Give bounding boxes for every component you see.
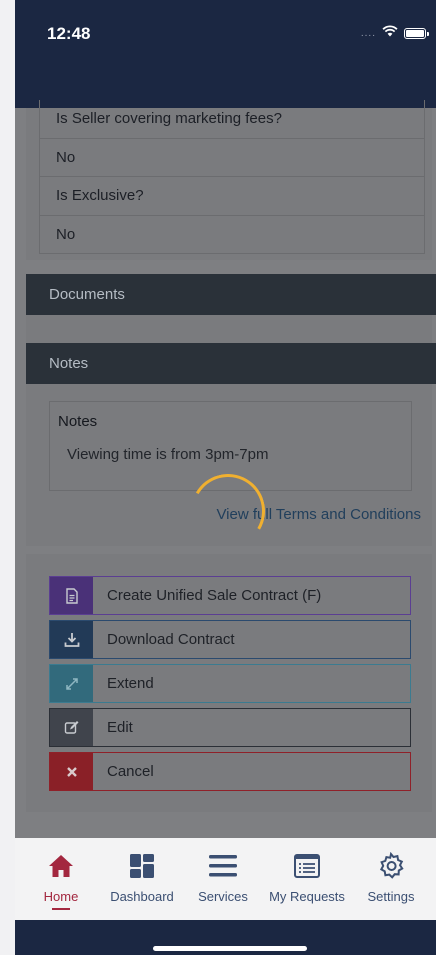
edit-icon — [50, 709, 93, 746]
documents-section-header[interactable]: Documents — [26, 274, 436, 315]
close-icon — [50, 753, 93, 790]
notes-section-header[interactable]: Notes — [26, 343, 436, 384]
gear-icon — [379, 852, 404, 879]
documents-card — [26, 315, 432, 343]
home-icon — [49, 855, 73, 877]
edit-button[interactable]: Edit — [49, 708, 411, 747]
dashboard-icon — [130, 854, 154, 878]
cancel-button[interactable]: Cancel — [49, 752, 411, 791]
phone-screen: 12:48 .... Is Seller covering marketing … — [15, 0, 436, 955]
tab-home[interactable]: Home — [21, 838, 101, 920]
tab-label: Home — [43, 889, 79, 904]
status-time: 12:48 — [47, 24, 91, 43]
action-label: Cancel — [107, 763, 154, 780]
download-contract-button[interactable]: Download Contract — [49, 620, 411, 659]
battery-icon — [404, 27, 429, 39]
question-box: Is Seller covering marketing fees? No — [39, 100, 425, 177]
document-icon — [50, 577, 93, 614]
tab-settings[interactable]: Settings — [351, 838, 431, 920]
notes-title: Notes — [58, 413, 98, 430]
tab-label: Dashboard — [110, 889, 174, 904]
action-label: Download Contract — [107, 631, 235, 648]
home-indicator-bar — [15, 920, 436, 955]
signal-dots: .... — [360, 27, 376, 39]
question-label: Is Exclusive? — [56, 187, 144, 204]
status-bar: 12:48 .... — [15, 0, 436, 108]
tab-label: Services — [198, 889, 248, 904]
home-indicator[interactable] — [153, 946, 307, 951]
tab-label: My Requests — [269, 889, 345, 904]
status-icons: .... — [360, 24, 429, 42]
create-contract-button[interactable]: Create Unified Sale Contract (F) — [49, 576, 411, 615]
answer-value: No — [40, 138, 424, 176]
tab-my-requests[interactable]: My Requests — [267, 838, 347, 920]
action-label: Extend — [107, 675, 154, 692]
tab-label: Settings — [367, 889, 415, 904]
menu-icon — [209, 855, 237, 877]
actions-card: Create Unified Sale Contract (F) Downloa… — [26, 554, 432, 812]
answer-value: No — [40, 215, 424, 253]
extend-button[interactable]: Extend — [49, 664, 411, 703]
tab-services[interactable]: Services — [183, 838, 263, 920]
question-label: Is Seller covering marketing fees? — [56, 110, 282, 127]
action-label: Edit — [107, 719, 133, 736]
expand-icon — [50, 665, 93, 702]
active-tab-indicator — [52, 908, 70, 910]
list-icon — [294, 854, 320, 878]
download-icon — [50, 621, 93, 658]
page-content: Is Seller covering marketing fees? No Is… — [15, 100, 436, 838]
question-box: Is Exclusive? No — [39, 176, 425, 254]
tab-dashboard[interactable]: Dashboard — [102, 838, 182, 920]
wifi-icon — [382, 24, 398, 42]
notes-text: Viewing time is from 3pm-7pm — [67, 446, 269, 463]
tab-bar: Home Dashboard Services My Requests Sett… — [15, 838, 436, 920]
action-label: Create Unified Sale Contract (F) — [107, 587, 322, 604]
